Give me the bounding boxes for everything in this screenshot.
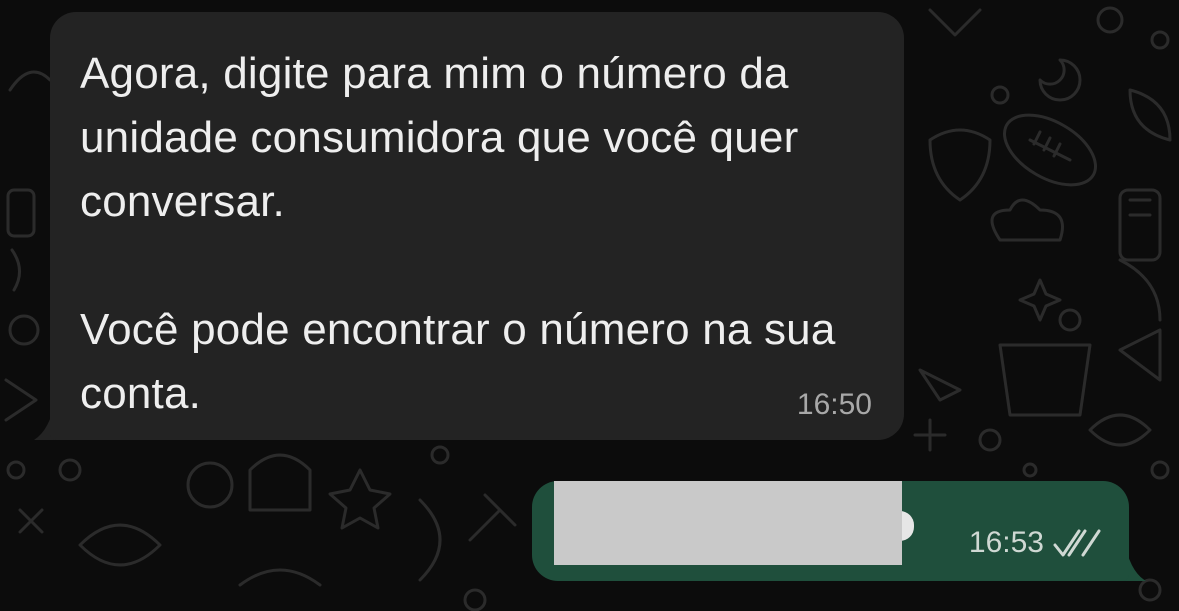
outgoing-message-bubble[interactable]: 16:53 xyxy=(532,481,1129,581)
incoming-message-bubble[interactable]: Agora, digite para mim o número da unida… xyxy=(50,12,904,440)
redaction-edge xyxy=(900,511,914,541)
incoming-message-text: Agora, digite para mim o número da unida… xyxy=(80,42,880,426)
chat-area: Agora, digite para mim o número da unida… xyxy=(0,0,1179,611)
redacted-message-text xyxy=(554,481,902,565)
outgoing-message-time: 16:53 xyxy=(968,526,1044,559)
message-paragraph-1: Agora, digite para mim o número da unida… xyxy=(80,49,799,226)
double-check-icon xyxy=(1053,529,1101,557)
message-paragraph-2: Você pode encontrar o número na sua cont… xyxy=(80,305,836,418)
incoming-message-time: 16:50 xyxy=(796,388,872,421)
